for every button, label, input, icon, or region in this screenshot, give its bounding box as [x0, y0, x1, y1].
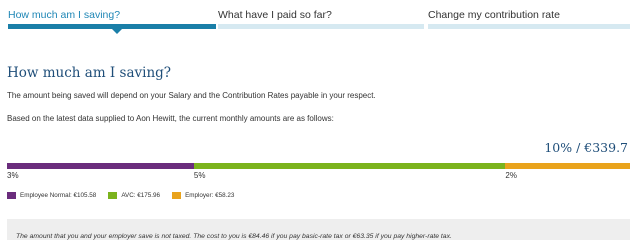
contribution-bar [7, 163, 630, 169]
tax-note: The amount that you and your employer sa… [7, 219, 630, 240]
tab-indicator [218, 24, 424, 29]
legend-item: Employee Normal: €105.58 [7, 191, 97, 199]
legend-swatch [7, 191, 16, 199]
tab-paid-so-far[interactable]: What have I paid so far? [218, 9, 332, 21]
active-tab-pointer-icon [112, 29, 122, 34]
intro-text: The amount being saved will depend on yo… [7, 91, 376, 100]
total-contribution-value: 10% / €339.7 [544, 140, 628, 155]
legend-item: AVC: €175.96 [108, 191, 161, 199]
tax-note-text: The amount that you and your employer sa… [16, 233, 452, 240]
legend-swatch [108, 191, 118, 199]
contribution-segment-label: 3% [7, 171, 19, 180]
contribution-segment-employee-normal [7, 163, 194, 169]
tab-navigation: How much am I saving? What have I paid s… [8, 0, 630, 34]
legend-label: Employer: €58.23 [185, 191, 235, 199]
tab-indicator [428, 24, 630, 29]
section-heading: How much am I saving? [7, 65, 172, 81]
tab-how-much-saving[interactable]: How much am I saving? [8, 9, 120, 21]
contribution-segment-label: 2% [505, 171, 517, 180]
tab-change-contribution[interactable]: Change my contribution rate [428, 9, 560, 21]
legend-label: AVC: €175.96 [121, 191, 161, 199]
legend-swatch [172, 191, 182, 199]
basis-text: Based on the latest data supplied to Aon… [7, 114, 334, 123]
contribution-segment-label: 5% [193, 171, 206, 180]
contribution-segment-employer [505, 163, 630, 169]
contribution-segment-avc [193, 163, 506, 169]
legend-item: Employer: €58.23 [172, 191, 235, 199]
legend-label: Employee Normal: €105.58 [20, 191, 97, 199]
legend: Employee Normal: €105.58 AVC: €175.96 Empl… [7, 190, 246, 200]
